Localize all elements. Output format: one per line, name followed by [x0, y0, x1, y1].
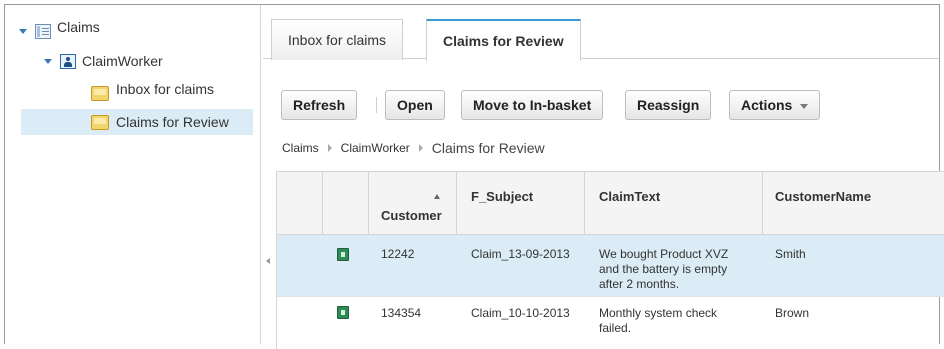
tree-item-inbox-for-claims[interactable]: Inbox for claims [91, 81, 214, 105]
open-button[interactable]: Open [385, 90, 445, 120]
refresh-button[interactable]: Refresh [281, 90, 358, 120]
column-header-subject[interactable]: F_Subject [457, 172, 585, 234]
table-row[interactable]: 12242 Claim_13-09-2013 We bought Product… [277, 235, 944, 297]
column-label-claimtext: ClaimText [599, 189, 661, 204]
list-icon [35, 23, 51, 39]
claimtext-line: Monthly system check [599, 306, 718, 320]
breadcrumb-separator-icon [418, 144, 423, 152]
select-column-header[interactable] [277, 172, 323, 234]
tree-item-claimworker[interactable]: ClaimWorker [44, 49, 163, 73]
table-row[interactable]: 134354 Claim_10-10-2013 Monthly system c… [277, 297, 944, 349]
cell-customer: 12242 [381, 247, 415, 261]
column-header-customer[interactable]: Customer [369, 172, 457, 234]
tab-inbox-for-claims[interactable]: Inbox for claims [271, 19, 404, 60]
actions-label: Actions [741, 97, 793, 113]
column-label-subject: F_Subject [471, 189, 534, 204]
sidebar-tree: Claims ClaimWorker Inbox for claims Clai… [5, 5, 261, 344]
claimtext-line: failed. [599, 321, 632, 335]
document-icon [337, 248, 349, 261]
chevron-down-icon [800, 103, 809, 109]
move-to-inbasket-button[interactable]: Move to In-basket [461, 90, 604, 120]
cell-subject: Claim_13-09-2013 [471, 247, 570, 261]
breadcrumb-separator-icon [327, 144, 332, 152]
document-icon [337, 306, 349, 319]
icon-column-header[interactable] [323, 172, 369, 234]
sort-ascending-icon [434, 194, 440, 199]
chevron-down-icon[interactable] [44, 58, 52, 64]
column-label-customer: Customer [381, 208, 442, 223]
inbox-icon [91, 85, 109, 101]
cell-subject: Claim_10-10-2013 [471, 306, 570, 320]
cell-customer: 134354 [381, 306, 422, 320]
toolbar-divider [376, 97, 377, 113]
tree-item-claims[interactable]: Claims [19, 19, 100, 43]
tab-claims-for-review[interactable]: Claims for Review [426, 19, 581, 61]
breadcrumb: Claims ClaimWorker Claims for Review [282, 139, 545, 157]
tab-bar: Inbox for claims Claims for Review [263, 5, 939, 61]
column-header-claimtext[interactable]: ClaimText [585, 172, 763, 234]
user-icon [60, 53, 76, 69]
breadcrumb-claimworker[interactable]: ClaimWorker [341, 141, 410, 155]
column-header-customername[interactable]: CustomerName [763, 172, 944, 234]
actions-dropdown[interactable]: Actions [729, 90, 821, 120]
collapse-left-icon[interactable] [266, 258, 270, 264]
inbox-icon [91, 114, 109, 130]
app-window: Claims ClaimWorker Inbox for claims Clai… [4, 4, 944, 349]
work-items-grid: Customer F_Subject ClaimText CustomerNam… [276, 171, 944, 349]
claimtext-line: after 2 months. [599, 277, 680, 291]
cell-claimtext: We bought Product XVZ and the battery is… [599, 247, 728, 292]
breadcrumb-current: Claims for Review [431, 140, 545, 156]
tree-item-claims-for-review[interactable]: Claims for Review [21, 109, 253, 135]
tree-label-claimworker: ClaimWorker [82, 53, 163, 69]
cell-customername: Brown [775, 306, 810, 320]
breadcrumb-claims[interactable]: Claims [282, 141, 319, 155]
tree-label-claims-for-review: Claims for Review [116, 114, 229, 130]
column-label-customername: CustomerName [775, 189, 872, 204]
cell-claimtext: Monthly system check failed. [599, 306, 717, 336]
claimtext-line: We bought Product XVZ [599, 247, 729, 261]
tree-label-claims: Claims [57, 19, 100, 35]
tree-label-inbox: Inbox for claims [116, 81, 215, 97]
claimtext-line: and the battery is empty [599, 262, 728, 276]
grid-header: Customer F_Subject ClaimText CustomerNam… [277, 171, 944, 235]
chevron-down-icon[interactable] [19, 28, 27, 34]
cell-customername: Smith [775, 247, 806, 261]
reassign-button[interactable]: Reassign [625, 90, 712, 120]
